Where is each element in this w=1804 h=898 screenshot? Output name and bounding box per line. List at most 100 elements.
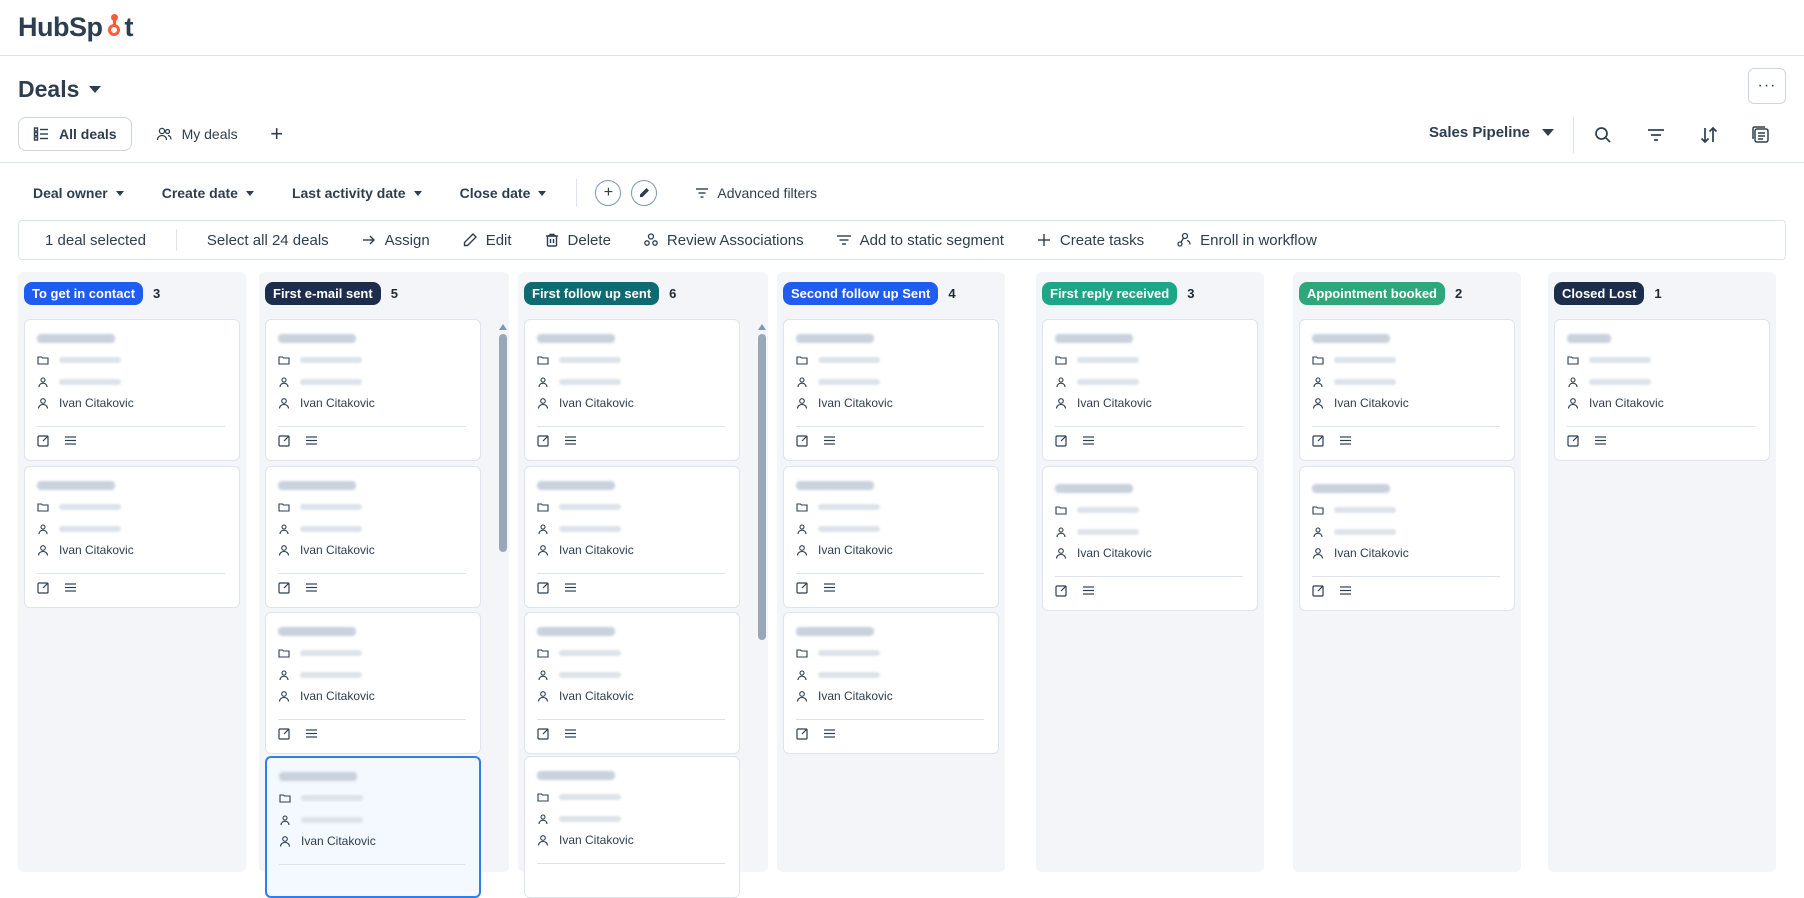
more-actions-button[interactable]: ···: [1748, 68, 1786, 104]
details-icon[interactable]: [305, 434, 318, 447]
details-icon[interactable]: [823, 727, 836, 740]
stage-badge: First reply received: [1042, 282, 1178, 305]
contact-icon: [538, 377, 548, 388]
column-scrollbar[interactable]: [758, 324, 766, 640]
column-scrollbar[interactable]: [499, 324, 507, 552]
deal-card[interactable]: Ivan Citakovic: [1299, 466, 1515, 611]
advanced-filters-button[interactable]: Advanced filters: [695, 185, 817, 201]
card-company-row: [1312, 504, 1396, 516]
board-settings-icon[interactable]: [1751, 125, 1771, 145]
card-owner-row: Ivan Citakovic: [278, 543, 375, 557]
deal-card[interactable]: Ivan Citakovic: [524, 756, 740, 898]
review-associations-button[interactable]: Review Associations: [643, 232, 804, 249]
tab-my-deals[interactable]: My deals: [142, 117, 252, 151]
edit-icon[interactable]: [37, 581, 50, 594]
column-header: Second follow up Sent 4: [783, 282, 956, 305]
redacted-value: [1077, 507, 1139, 513]
edit-icon[interactable]: [537, 727, 550, 740]
details-icon[interactable]: [564, 434, 577, 447]
close-date-filter[interactable]: Close date: [460, 185, 547, 201]
filter-icon[interactable]: [1646, 125, 1666, 145]
deal-card[interactable]: Ivan Citakovic: [783, 319, 999, 461]
stage-badge: First e-mail sent: [265, 282, 381, 305]
card-divider: [37, 426, 225, 427]
edit-icon[interactable]: [537, 434, 550, 447]
edit-icon[interactable]: [37, 434, 50, 447]
details-icon[interactable]: [305, 581, 318, 594]
details-icon[interactable]: [1339, 584, 1352, 597]
edit-icon[interactable]: [1312, 434, 1325, 447]
details-icon[interactable]: [564, 581, 577, 594]
deal-card[interactable]: Ivan Citakovic: [1042, 319, 1258, 461]
edit-icon[interactable]: [1055, 584, 1068, 597]
deal-card-selected[interactable]: Ivan Citakovic: [265, 756, 481, 898]
deal-card[interactable]: Ivan Citakovic: [265, 466, 481, 608]
folder-icon: [279, 794, 291, 803]
scroll-thumb: [758, 334, 766, 640]
contact-icon: [538, 814, 548, 825]
page-header: Deals ··· All deals My deals +: [0, 56, 1804, 163]
card-owner-row: Ivan Citakovic: [1312, 546, 1409, 560]
folder-icon: [537, 649, 549, 658]
sort-icon[interactable]: [1699, 125, 1719, 145]
edit-icon[interactable]: [796, 727, 809, 740]
deal-card[interactable]: Ivan Citakovic: [24, 466, 240, 608]
edit-icon[interactable]: [796, 434, 809, 447]
add-static-segment-button[interactable]: Add to static segment: [836, 232, 1004, 249]
details-icon[interactable]: [823, 434, 836, 447]
tab-all-deals[interactable]: All deals: [18, 117, 132, 151]
create-date-filter[interactable]: Create date: [162, 185, 254, 201]
add-filter-button[interactable]: +: [595, 180, 622, 206]
redacted-value: [1334, 529, 1396, 535]
details-icon[interactable]: [1339, 434, 1352, 447]
enroll-workflow-button[interactable]: Enroll in workflow: [1176, 232, 1317, 249]
edit-button[interactable]: Edit: [462, 232, 512, 249]
edit-filters-button[interactable]: [631, 180, 658, 206]
deal-name-redacted: [537, 627, 615, 636]
details-icon[interactable]: [564, 727, 577, 740]
delete-button[interactable]: Delete: [544, 232, 611, 249]
deal-card[interactable]: Ivan Citakovic: [1299, 319, 1515, 461]
details-icon[interactable]: [1082, 434, 1095, 447]
pencil-icon: [463, 233, 477, 247]
details-icon[interactable]: [64, 434, 77, 447]
edit-icon[interactable]: [1567, 434, 1580, 447]
edit-icon[interactable]: [537, 581, 550, 594]
assign-button[interactable]: Assign: [361, 232, 430, 249]
add-view-button[interactable]: +: [262, 119, 292, 149]
edit-icon[interactable]: [796, 581, 809, 594]
deal-card[interactable]: Ivan Citakovic: [524, 466, 740, 608]
edit-icon[interactable]: [1055, 434, 1068, 447]
hubspot-logo[interactable]: HubSp t: [18, 12, 133, 43]
deal-card[interactable]: Ivan Citakovic: [524, 319, 740, 461]
deal-card[interactable]: Ivan Citakovic: [1554, 319, 1770, 461]
chevron-down-icon: [245, 190, 254, 196]
deal-card[interactable]: Ivan Citakovic: [265, 319, 481, 461]
create-tasks-button[interactable]: Create tasks: [1036, 232, 1144, 249]
search-icon[interactable]: [1593, 125, 1613, 145]
contact-icon: [1313, 527, 1323, 538]
deal-card[interactable]: Ivan Citakovic: [24, 319, 240, 461]
edit-icon[interactable]: [278, 434, 291, 447]
last-activity-filter[interactable]: Last activity date: [292, 185, 422, 201]
pipeline-selector[interactable]: Sales Pipeline: [1429, 124, 1554, 141]
deal-card[interactable]: Ivan Citakovic: [783, 466, 999, 608]
deal-owner-name: Ivan Citakovic: [559, 543, 634, 557]
details-icon[interactable]: [64, 581, 77, 594]
details-icon[interactable]: [1594, 434, 1607, 447]
edit-icon[interactable]: [278, 727, 291, 740]
deal-card[interactable]: Ivan Citakovic: [783, 612, 999, 754]
details-icon[interactable]: [823, 581, 836, 594]
deal-card[interactable]: Ivan Citakovic: [265, 612, 481, 754]
card-company-row: [278, 647, 362, 659]
edit-icon[interactable]: [278, 581, 291, 594]
deal-card[interactable]: Ivan Citakovic: [524, 612, 740, 754]
card-actions: [37, 434, 77, 447]
details-icon[interactable]: [305, 727, 318, 740]
edit-icon[interactable]: [1312, 584, 1325, 597]
details-icon[interactable]: [1082, 584, 1095, 597]
page-title-dropdown[interactable]: Deals: [18, 76, 102, 103]
select-all-button[interactable]: Select all 24 deals: [207, 232, 329, 249]
deal-card[interactable]: Ivan Citakovic: [1042, 466, 1258, 611]
deal-owner-filter[interactable]: Deal owner: [33, 185, 124, 201]
